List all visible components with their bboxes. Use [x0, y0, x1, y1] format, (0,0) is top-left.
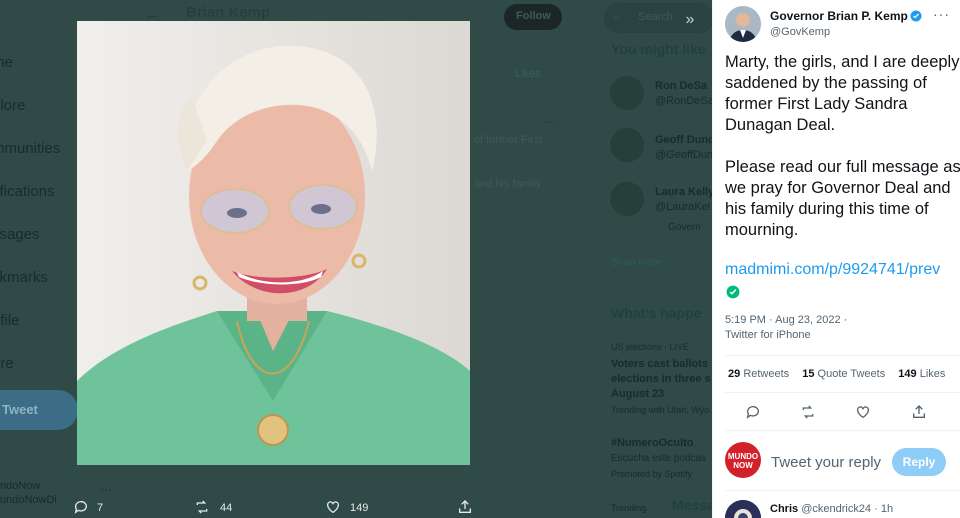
tweet-button-label: Tweet [2, 402, 38, 417]
tweet-paragraph: Please read our full message as we pray … [725, 158, 960, 239]
reply-avatar-logo: MUNDO NOW [727, 452, 759, 470]
trend-meta: US elections · LIVE [611, 342, 690, 352]
tweet-detail-panel: Governor Brian P. Kemp @GovKemp ··· Mart… [712, 0, 960, 518]
avatar[interactable] [610, 128, 644, 162]
divider [725, 392, 960, 393]
reply-button[interactable]: Reply [892, 448, 946, 476]
trend-headline[interactable]: August 23 [611, 388, 664, 400]
suggestion-handle: @LauraKel [655, 201, 711, 213]
search-icon: ⌕ [613, 10, 620, 24]
divider [725, 490, 960, 491]
avatar[interactable] [610, 182, 644, 216]
engagement-stats: 29 Retweets 15 Quote Tweets 149 Likes [728, 368, 955, 380]
trend-tag[interactable]: #NumeroOculto [611, 437, 694, 449]
avatar[interactable] [610, 76, 644, 110]
retweets-count: 29 [728, 368, 741, 380]
profile-name: Brian Kemp [186, 4, 271, 21]
author-name: Governor Brian P. Kemp [770, 9, 908, 23]
like-count: 149 [350, 502, 369, 514]
account-name: ndoNow [0, 480, 41, 492]
expand-icon[interactable]: » [676, 8, 704, 32]
author-handle[interactable]: @GovKemp [770, 26, 830, 38]
more-options-icon[interactable]: ··· [933, 6, 950, 22]
verified-icon [910, 10, 922, 22]
divider [725, 430, 960, 431]
suggestion-handle: @RonDeSa [655, 95, 712, 107]
share-icon[interactable] [911, 404, 927, 420]
suggestion-name[interactable]: Laura Kelly [655, 186, 712, 198]
tweet-body: Marty, the girls, and I are deeply sadde… [725, 52, 960, 262]
avatar[interactable]: MUNDO NOW [725, 442, 761, 478]
verified-link-icon [726, 285, 740, 299]
faded-tweet-line: of former First [474, 134, 543, 146]
follow-button[interactable]: Follow [504, 4, 562, 30]
tweet-source[interactable]: Twitter for iPhone [725, 329, 811, 341]
tweet-button[interactable]: Tweet [0, 390, 78, 430]
search-placeholder: Search [638, 11, 673, 23]
reply-author-name: Chris [770, 503, 799, 515]
quote-tweets-stat[interactable]: 15 Quote Tweets [802, 368, 885, 380]
reply-count: 7 [97, 502, 104, 514]
reply-author[interactable]: Chris @ckendrick24 · 1h [770, 503, 893, 515]
portrait-image [77, 21, 470, 465]
nav-item-bookmarks[interactable]: ckmarks [0, 269, 48, 286]
reply-icon[interactable] [745, 404, 761, 420]
nav-item-profile[interactable]: ofile [0, 312, 20, 329]
reply-input[interactable]: Tweet your reply [771, 454, 881, 471]
happening-title: What's happe [611, 305, 702, 321]
tweet-more-icon[interactable]: ··· [545, 116, 556, 128]
retweet-icon[interactable] [800, 404, 816, 420]
messages-drawer-label[interactable]: Messa [672, 497, 712, 513]
follow-label: Follow [516, 10, 551, 22]
sidebar-title: You might like [611, 41, 706, 57]
like-icon[interactable] [325, 499, 341, 515]
trend-promoted: Promoted by Spotify [611, 469, 693, 479]
nav-item-explore[interactable]: plore [0, 97, 25, 114]
quote-count: 15 [802, 368, 815, 380]
show-more-link[interactable]: Show more [611, 257, 662, 268]
retweets-stat[interactable]: 29 Retweets [728, 368, 789, 380]
nav-item-messages[interactable]: ssages [0, 226, 40, 243]
avatar[interactable] [725, 6, 761, 42]
trend-footer: Trending [611, 503, 647, 513]
retweets-label: Retweets [743, 368, 790, 380]
tweet-paragraph: Marty, the girls, and I are deeply sadde… [725, 53, 960, 134]
quote-label: Quote Tweets [817, 368, 886, 380]
likes-tab[interactable]: Likes [515, 68, 541, 80]
tweet-timestamp[interactable]: 5:19 PM · Aug 23, 2022 · [725, 314, 847, 326]
faded-tweet-line: and his family [474, 178, 542, 190]
trend-sub: Escucha este podcas [611, 453, 707, 464]
likes-label: Likes [919, 368, 946, 380]
divider [725, 355, 960, 356]
suggestion-label: Govern [668, 222, 701, 233]
retweet-count: 44 [220, 502, 233, 514]
nav-item-notifications[interactable]: tifications [0, 183, 55, 200]
trend-headline[interactable]: elections in three s [611, 373, 711, 385]
tweet-actions [741, 402, 941, 422]
tweet-link[interactable]: madmimi.com/p/9924741/prev [725, 261, 940, 279]
share-icon[interactable] [457, 499, 473, 515]
nav-item-communities[interactable]: mmunities [0, 140, 60, 157]
author-name-row[interactable]: Governor Brian P. Kemp [770, 9, 922, 23]
suggestion-handle: @GeoffDun [655, 149, 712, 161]
suggestion-name[interactable]: Geoff Dunc [655, 134, 712, 146]
retweet-icon[interactable] [194, 499, 210, 515]
account-handle: undoNowDi [0, 494, 57, 506]
likes-stat[interactable]: 149 Likes [898, 368, 945, 380]
nav-item-more[interactable]: ore [0, 355, 14, 372]
suggestion-name[interactable]: Ron DeSa [655, 80, 707, 92]
reply-author-handle: @ckendrick24 · 1h [801, 503, 894, 515]
trend-sub: Trending with Utah, Wyo [611, 405, 710, 415]
avatar[interactable] [725, 500, 761, 518]
nav-item-home[interactable]: me [0, 54, 13, 71]
reply-icon[interactable] [73, 499, 89, 515]
likes-count: 149 [898, 368, 917, 380]
account-more-icon[interactable]: ··· [100, 482, 112, 496]
tweet-photo[interactable] [77, 21, 470, 465]
trend-headline[interactable]: Voters cast ballots [611, 358, 708, 370]
like-icon[interactable] [855, 404, 871, 420]
